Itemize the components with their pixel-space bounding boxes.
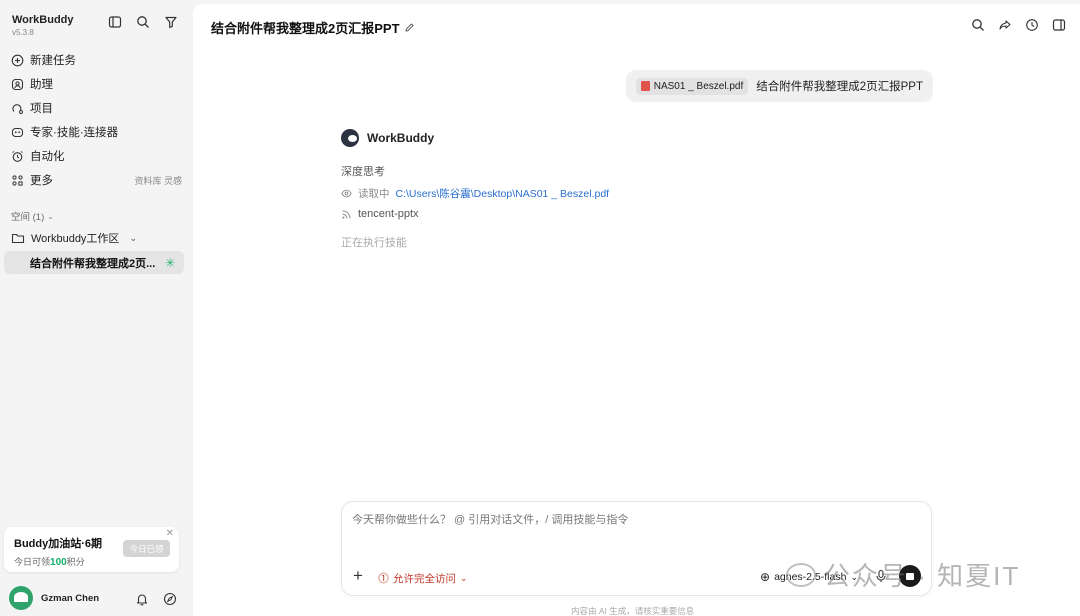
file-path-link[interactable]: C:\Users\陈谷震\Desktop\NAS01 _ Beszel.pdf [396,186,610,201]
alarm-icon [11,150,24,163]
chevron-down-icon: ⌄ [129,232,137,243]
conversation-title: 结合附件帮我整理成2页汇报PPT [211,18,415,37]
nav-label: 自动化 [30,151,65,163]
app-name: WorkBuddy [12,14,74,26]
sidebar-nav: 新建任务 助理 项目 专家·技能·连接器 自动化 更多 资料库 灵感 [0,48,193,192]
loading-spinner-icon: ✳ [164,255,175,270]
user-message-text: 结合附件帮我整理成2页汇报PPT [756,81,923,93]
eye-icon [341,188,352,199]
sidebar: WorkBuddy v5.3.8 新建任务 助理 项目 专家·技能·连接器 自动… [0,0,193,616]
ai-disclaimer: 内容由 AI 生成，请核实重要信息 [571,606,695,616]
space-label-text: 空间 (1) [11,212,45,223]
promo-card: Buddy加油站·6期 今日可领100积分 今日已领 ✕ [4,527,179,572]
attachment-name: NAS01 _ Beszel.pdf [653,80,744,92]
chevron-down-icon: ⌄ [47,211,54,221]
space-label[interactable]: 空间 (1) ⌄ [11,209,54,224]
nav-label: 专家·技能·连接器 [30,127,119,139]
pdf-icon [640,81,650,91]
watermark: 公众号 · 知夏IT [786,556,1020,593]
folder-icon [11,231,25,245]
status-text: 正在执行技能 [341,237,407,249]
access-mode-label: 允许完全访问 [393,572,456,585]
sidebar-top-icons [108,15,178,29]
skill-name: tencent-pptx [358,208,419,220]
task-item-active[interactable]: 结合附件帮我整理成2页... ✳ [4,251,184,274]
chevron-down-icon: ⌄ [460,572,468,583]
nav-label: 更多 [30,175,53,187]
user-icons [135,592,177,606]
nav-more-extra[interactable]: 资料库 灵感 [134,174,182,187]
expert-icon [11,126,24,139]
deep-thinking-toggle[interactable]: 深度思考 [341,163,609,179]
search-icon[interactable] [136,15,150,29]
workspace-name: Workbuddy工作区 [31,233,120,245]
user-name: Gzman Chen [41,592,100,604]
close-icon[interactable]: ✕ [166,528,174,539]
access-mode-dropdown[interactable]: ⓵ 允许完全访问 ⌄ [378,570,468,586]
history-icon[interactable] [1025,18,1039,32]
watermark-text: 公众号 · 知夏IT [824,561,1021,591]
nav-assistant[interactable]: 助理 [0,72,193,96]
bell-icon[interactable] [135,592,149,606]
assistant-header: WorkBuddy [341,129,609,147]
nav-automation[interactable]: 自动化 [0,144,193,168]
plus-circle-icon [11,54,24,67]
assistant-icon [11,78,24,91]
avatar[interactable] [9,586,33,610]
nav-label: 新建任务 [30,55,76,67]
assistant-name: WorkBuddy [367,131,435,145]
project-icon [11,102,24,115]
promo-sub-suffix: 积分 [66,557,85,567]
promo-sub-prefix: 今日可领 [14,557,51,567]
reading-step: 读取中 C:\Users\陈谷震\Desktop\NAS01 _ Beszel.… [341,186,609,201]
sidebar-toggle-icon[interactable] [108,15,122,29]
skill-step: tencent-pptx [341,208,609,220]
globe-icon: ⊕ [760,570,771,584]
grid-icon [11,174,24,187]
nav-label: 助理 [30,79,53,91]
nav-project[interactable]: 项目 [0,96,193,120]
compass-icon[interactable] [163,592,177,606]
user-message: NAS01 _ Beszel.pdf 结合附件帮我整理成2页汇报PPT [625,70,933,102]
nav-more[interactable]: 更多 资料库 灵感 [0,168,193,192]
wechat-icon [786,562,816,587]
nav-expert[interactable]: 专家·技能·连接器 [0,120,193,144]
warning-shield-icon: ⓵ [378,573,389,585]
page-title: 结合附件帮我整理成2页汇报PPT [211,21,400,36]
brand: WorkBuddy v5.3.8 [12,14,74,37]
task-title: 结合附件帮我整理成2页... [30,257,156,270]
message-input[interactable] [352,514,912,526]
workbuddy-logo-icon [341,129,359,147]
title-actions [971,18,1066,32]
app-version: v5.3.8 [12,28,34,37]
search-icon[interactable] [971,18,985,32]
main-panel: 结合附件帮我整理成2页汇报PPT NAS01 _ Beszel.pdf 结合附件… [193,4,1080,616]
add-attachment-button[interactable]: + [353,566,363,586]
promo-claim-button[interactable]: 今日已领 [123,540,170,557]
panel-toggle-icon[interactable] [1052,18,1066,32]
nav-new-task[interactable]: 新建任务 [0,48,193,72]
reading-label: 读取中 [358,188,390,200]
attachment-chip[interactable]: NAS01 _ Beszel.pdf [635,77,749,95]
rss-icon [341,209,352,220]
promo-points: 100 [50,557,67,568]
workspace-row[interactable]: Workbuddy工作区 ⌄ [11,230,137,246]
assistant-message: WorkBuddy 深度思考 读取中 C:\Users\陈谷震\Desktop\… [341,129,609,250]
nav-label: 项目 [30,103,53,115]
edit-icon[interactable] [404,22,415,33]
filter-icon[interactable] [164,15,178,29]
user-profile[interactable]: Gzman Chen [9,586,99,610]
share-icon[interactable] [998,18,1012,32]
